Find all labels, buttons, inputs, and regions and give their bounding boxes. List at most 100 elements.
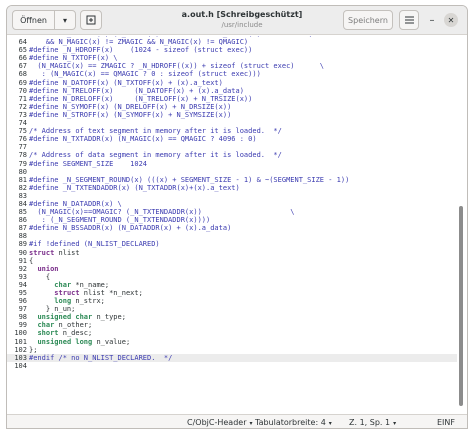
line-number: 72 — [18, 102, 27, 111]
code-line[interactable]: { — [29, 257, 457, 265]
open-button[interactable]: Öffnen — [12, 10, 55, 30]
cursor-position-label: Z. 1, Sp. 1 — [349, 418, 391, 427]
line-number: 99 — [18, 321, 27, 330]
line-number: 89 — [18, 240, 27, 249]
vertical-scrollbar[interactable] — [456, 36, 464, 414]
code-line[interactable]: struct nlist — [29, 249, 457, 257]
chevron-down-icon: ▾ — [62, 15, 67, 25]
line-number: 65 — [18, 46, 27, 55]
code-line[interactable]: /* Address of text segment in memory aft… — [29, 127, 457, 135]
code-line[interactable]: char *n_name; — [29, 281, 457, 289]
new-document-button[interactable] — [80, 10, 102, 30]
code-line[interactable]: #define N_BSSADDR(x) (N_DATADDR(x) + (x)… — [29, 224, 457, 232]
insert-mode-indicator: EINF — [437, 418, 455, 427]
code-line[interactable]: unsigned char n_type; — [29, 313, 457, 321]
code-line[interactable]: #define _N_TXTENDADDR(x) (N_TXTADDR(x)+(… — [29, 184, 457, 192]
code-token: #define N_DATADDR(x) \ — [29, 199, 122, 208]
code-token: #define N_TRELOFF(x) (N_DATOFF(x) + (x).… — [29, 86, 244, 95]
code-token: { — [29, 272, 51, 281]
code-token: }; — [29, 345, 38, 354]
code-line[interactable]: unsigned long n_value; — [29, 338, 457, 346]
code-token: nlist — [54, 248, 80, 257]
code-line[interactable]: { — [29, 273, 457, 281]
line-number: 97 — [18, 305, 27, 314]
code-line[interactable]: short n_desc; — [29, 329, 457, 337]
code-line[interactable]: union — [29, 265, 457, 273]
code-line[interactable]: #if !defined (N_NLIST_DECLARED) — [29, 240, 457, 248]
code-token: (N_MAGIC(x) == ZMAGIC ? _N_HDROFF((x)) +… — [29, 62, 325, 71]
code-text[interactable]: #define N_BADMAG(x) (N_MAGIC(x) != OMAGI… — [29, 36, 457, 370]
line-number: 104 — [14, 361, 27, 370]
code-line[interactable]: #define N_TXTOFF(x) \ — [29, 54, 457, 62]
code-line[interactable]: char n_other; — [29, 321, 457, 329]
new-tab-icon — [86, 15, 96, 25]
code-token: #define N_BSSADDR(x) (N_DATADDR(x) + (x)… — [29, 224, 232, 233]
minimize-button[interactable]: – — [425, 10, 439, 30]
line-number: 95 — [18, 289, 27, 297]
code-line[interactable]: (N_MAGIC(x)==OMAGIC? (_N_TXTENDADDR(x)) … — [29, 208, 457, 216]
line-number: 98 — [18, 313, 27, 322]
line-number: 81 — [18, 175, 27, 184]
tab-width-selector[interactable]: Tabulatorbreite: 4 ▾ — [255, 417, 332, 428]
line-number: 74 — [18, 119, 27, 128]
line-number: 83 — [18, 191, 27, 200]
line-number: 71 — [18, 94, 27, 103]
code-line[interactable]: #define N_TXTADDR(x) (N_MAGIC(x) == QMAG… — [29, 135, 457, 143]
code-line[interactable]: #define N_DRELOFF(x) (N_TRELOFF(x) + N_T… — [29, 95, 457, 103]
code-line[interactable]: } n_un; — [29, 305, 457, 313]
close-button[interactable]: ✕ — [444, 13, 458, 27]
code-line[interactable] — [29, 143, 457, 151]
code-line[interactable]: #define N_SYMOFF(x) (N_DRELOFF(x) + N_DR… — [29, 103, 457, 111]
code-line[interactable]: : (N_MAGIC(x) == QMAGIC ? 0 : sizeof (st… — [29, 70, 457, 78]
code-token: #define N_TXTADDR(x) (N_MAGIC(x) == QMAG… — [29, 135, 257, 144]
tab-width-label: Tabulatorbreite: 4 — [255, 418, 326, 427]
code-token: nlist *n_next; — [79, 289, 143, 297]
code-line[interactable]: #define N_DATOFF(x) (N_TXTOFF(x) + (x).a… — [29, 79, 457, 87]
code-token: #if !defined (N_NLIST_DECLARED) — [29, 240, 160, 249]
line-number: 101 — [14, 337, 27, 346]
code-line[interactable]: #endif /* no N_NLIST_DECLARED. */ — [29, 353, 457, 362]
code-line[interactable] — [29, 232, 457, 240]
save-button[interactable]: Speichern — [343, 10, 393, 30]
scrollbar-thumb[interactable] — [459, 206, 463, 406]
code-line[interactable]: (N_MAGIC(x) == ZMAGIC ? _N_HDROFF((x)) +… — [29, 62, 457, 70]
code-line[interactable]: struct nlist *n_next; — [29, 289, 457, 297]
code-editor[interactable]: 6364656667686970717273747576777879808182… — [7, 36, 467, 414]
code-line[interactable]: && N_MAGIC(x) != ZMAGIC && N_MAGIC(x) !=… — [29, 38, 457, 46]
code-line[interactable]: /* Address of data segment in memory aft… — [29, 151, 457, 159]
line-number: 96 — [18, 297, 27, 306]
code-token: #define SEGMENT_SIZE 1024 — [29, 159, 148, 168]
open-menu-button[interactable]: ▾ — [54, 10, 76, 30]
code-line[interactable]: #define _N_HDROFF(x) (1024 - sizeof (str… — [29, 46, 457, 54]
code-token: #define _N_HDROFF(x) (1024 - sizeof (str… — [29, 46, 253, 55]
code-line[interactable]: long n_strx; — [29, 297, 457, 305]
code-line[interactable] — [29, 119, 457, 127]
code-token: #define _N_SEGMENT_ROUND(x) (((x) + SEGM… — [29, 175, 350, 184]
code-line[interactable]: #define N_STROFF(x) (N_SYMOFF(x) + N_SYM… — [29, 111, 457, 119]
line-number: 103 — [7, 353, 29, 362]
language-selector[interactable]: C/ObjC-Header ▾ — [187, 417, 253, 428]
close-icon: ✕ — [447, 15, 455, 25]
code-token: #define N_DRELOFF(x) (N_TRELOFF(x) + N_T… — [29, 94, 253, 103]
line-number: 66 — [18, 54, 27, 63]
hamburger-menu-button[interactable] — [399, 10, 419, 30]
line-number: 68 — [18, 70, 27, 79]
cursor-position[interactable]: Z. 1, Sp. 1 ▾ — [349, 417, 396, 428]
code-token: #define N_STROFF(x) (N_SYMOFF(x) + N_SYM… — [29, 110, 232, 119]
code-line[interactable]: : (_N_SEGMENT_ROUND (_N_TXTENDADDR(x)))) — [29, 216, 457, 224]
code-token: struct — [54, 289, 80, 297]
code-line[interactable]: #define _N_SEGMENT_ROUND(x) (((x) + SEGM… — [29, 176, 457, 184]
code-token: n_other; — [54, 321, 93, 330]
line-number: 84 — [18, 199, 27, 208]
code-token: n_value; — [92, 337, 131, 346]
code-line[interactable]: #define SEGMENT_SIZE 1024 — [29, 160, 457, 168]
code-line[interactable]: #define N_TRELOFF(x) (N_DATOFF(x) + (x).… — [29, 87, 457, 95]
code-line[interactable]: }; — [29, 346, 457, 354]
code-line[interactable] — [29, 192, 457, 200]
code-token: { — [29, 256, 34, 265]
header-bar: Öffnen ▾ a.out.h [Schreibgeschützt] /usr… — [7, 6, 467, 35]
line-number: 73 — [18, 110, 27, 119]
code-line[interactable]: #define N_DATADDR(x) \ — [29, 200, 457, 208]
code-line[interactable] — [29, 362, 457, 370]
code-line[interactable] — [29, 168, 457, 176]
